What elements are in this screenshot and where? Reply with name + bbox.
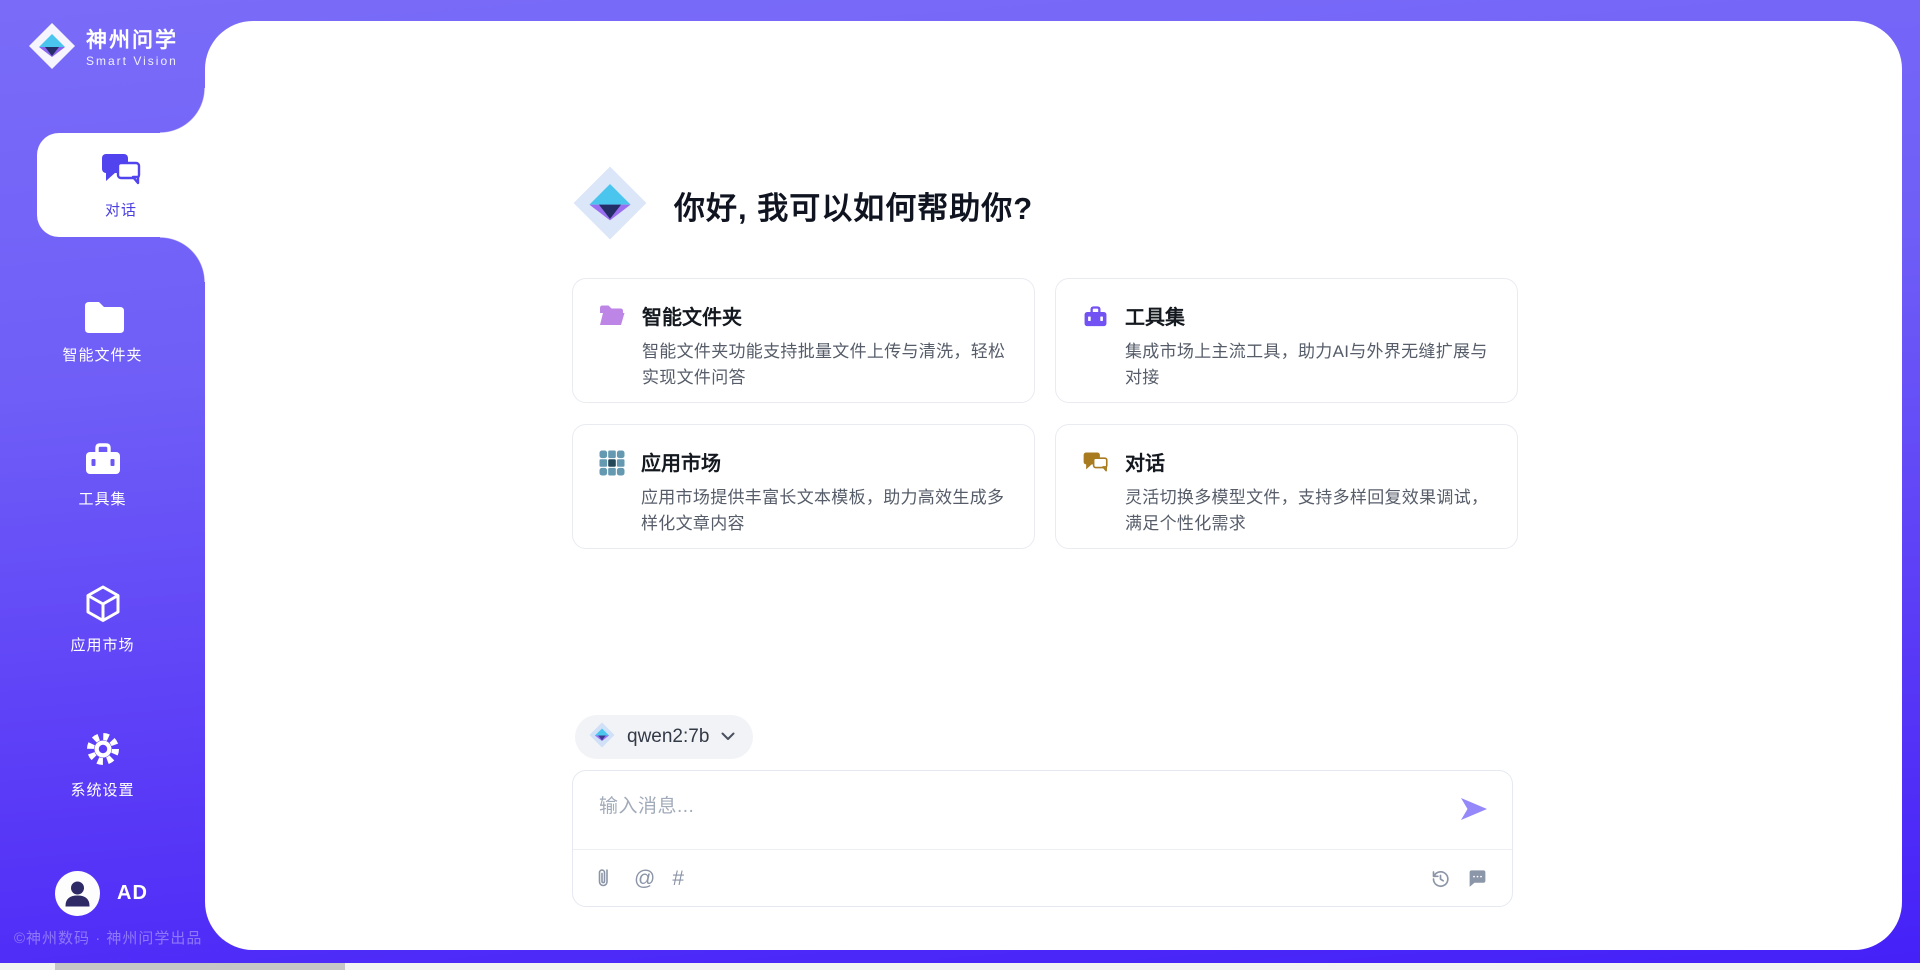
greeting-title: 你好, 我可以如何帮助你? xyxy=(674,183,1033,228)
card-description: 应用市场提供丰富长文本模板，助力高效生成多样化文章内容 xyxy=(641,485,1008,538)
sidebar-item-toolbox[interactable]: 工具集 xyxy=(0,433,205,515)
card-smart-folder[interactable]: 智能文件夹 智能文件夹功能支持批量文件上传与清洗，轻松实现文件问答 xyxy=(572,278,1035,403)
brand-subtitle: Smart Vision xyxy=(86,54,178,68)
copyright: ©神州数码 · 神州问学出品 xyxy=(14,927,202,948)
tab-fillet-bottom xyxy=(160,237,205,282)
sidebar-item-settings[interactable]: 系统设置 xyxy=(0,723,205,805)
folder-icon xyxy=(82,298,124,334)
horizontal-scrollbar-thumb[interactable] xyxy=(55,963,345,970)
card-title: 对话 xyxy=(1125,447,1491,476)
card-description: 灵活切换多模型文件，支持多样回复效果调试，满足个性化需求 xyxy=(1125,485,1491,538)
feature-cards: 智能文件夹 智能文件夹功能支持批量文件上传与清洗，轻松实现文件问答 工具集 集成… xyxy=(572,278,1518,549)
app-grid-icon xyxy=(599,450,625,526)
sidebar-item-label: 对话 xyxy=(105,199,137,220)
card-description: 集成市场上主流工具，助力AI与外界无缝扩展与对接 xyxy=(1125,339,1491,392)
at-icon: @ xyxy=(634,868,655,889)
tab-fillet-top xyxy=(160,88,205,133)
history-button[interactable] xyxy=(1430,868,1451,889)
user-profile[interactable]: AD xyxy=(55,871,148,916)
paperclip-icon xyxy=(597,867,617,889)
mention-button[interactable]: @ xyxy=(634,868,655,889)
model-name: qwen2:7b xyxy=(627,726,709,748)
user-icon xyxy=(55,871,100,916)
sidebar-item-label: 智能文件夹 xyxy=(62,344,142,365)
send-icon xyxy=(1459,796,1489,822)
chat-icon xyxy=(100,150,142,190)
brand: 神州问学 Smart Vision xyxy=(28,22,178,75)
card-toolbox[interactable]: 工具集 集成市场上主流工具，助力AI与外界无缝扩展与对接 xyxy=(1055,278,1518,403)
sidebar-item-smart-folder[interactable]: 智能文件夹 xyxy=(0,290,205,372)
card-description: 智能文件夹功能支持批量文件上传与清洗，轻松实现文件问答 xyxy=(642,339,1008,392)
composer: @ # xyxy=(572,770,1513,907)
card-app-market[interactable]: 应用市场 应用市场提供丰富长文本模板，助力高效生成多样化文章内容 xyxy=(572,424,1035,549)
gear-icon xyxy=(83,729,123,769)
chat-icon xyxy=(1082,450,1109,526)
card-title: 应用市场 xyxy=(641,447,1008,476)
sidebar-item-label: 工具集 xyxy=(78,488,126,509)
user-name: AD xyxy=(117,882,148,905)
avatar xyxy=(55,871,100,916)
message-input[interactable] xyxy=(573,771,1433,847)
hash-icon: # xyxy=(672,868,684,889)
message-icon xyxy=(1467,868,1488,889)
briefcase-icon xyxy=(82,440,124,478)
sidebar-item-label: 系统设置 xyxy=(70,779,134,800)
card-title: 工具集 xyxy=(1125,301,1491,330)
model-diamond-logo-icon xyxy=(589,721,615,754)
greeting-diamond-logo-icon xyxy=(572,163,648,248)
hashtag-button[interactable]: # xyxy=(672,868,684,889)
greeting: 你好, 我可以如何帮助你? xyxy=(572,163,1033,247)
history-icon xyxy=(1430,868,1451,889)
sidebar-item-label: 应用市场 xyxy=(70,634,134,655)
model-selector[interactable]: qwen2:7b xyxy=(575,715,753,759)
folder-open-icon xyxy=(599,304,626,380)
briefcase-icon xyxy=(1082,304,1109,380)
sidebar-item-app-market[interactable]: 应用市场 xyxy=(0,578,205,660)
feedback-button[interactable] xyxy=(1467,868,1488,889)
horizontal-scrollbar-track[interactable] xyxy=(0,963,1920,970)
main-panel: 你好, 我可以如何帮助你? 智能文件夹 智能文件夹功能支持批量文件上传与清洗，轻… xyxy=(205,21,1902,950)
composer-toolbar: @ # xyxy=(597,850,1488,906)
brand-name: 神州问学 xyxy=(86,29,178,53)
card-chat[interactable]: 对话 灵活切换多模型文件，支持多样回复效果调试，满足个性化需求 xyxy=(1055,424,1518,549)
send-button[interactable] xyxy=(1458,793,1490,825)
attach-button[interactable] xyxy=(597,867,617,889)
brand-diamond-logo-icon xyxy=(28,22,76,75)
sidebar-item-chat[interactable]: 对话 xyxy=(37,133,205,237)
card-title: 智能文件夹 xyxy=(642,301,1008,330)
cube-icon xyxy=(83,584,123,624)
chevron-down-icon xyxy=(721,728,735,746)
sidebar: 神州问学 Smart Vision 对话 智能文件夹 xyxy=(0,0,205,970)
